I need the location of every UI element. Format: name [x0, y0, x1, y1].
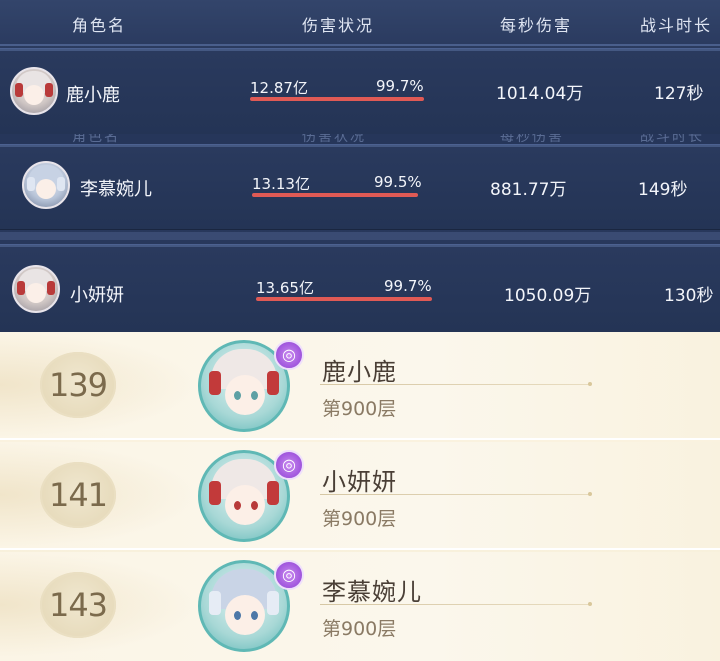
damage-value: 12.87亿 — [250, 79, 308, 97]
battle-row[interactable]: 李慕婉儿 13.13亿 99.5% 881.77万 149秒 — [0, 144, 720, 230]
ranking-name: 鹿小鹿 — [322, 358, 397, 386]
damage-percent: 99.7% — [376, 77, 424, 95]
name-divider — [320, 382, 592, 386]
duration-value: 149秒 — [638, 180, 688, 200]
damage-bar — [252, 193, 418, 197]
damage-percent: 99.5% — [374, 173, 422, 191]
avatar — [12, 265, 60, 313]
rank-number: 143 — [48, 586, 108, 624]
character-name: 小妍妍 — [70, 285, 124, 306]
rank-number: 141 — [48, 476, 108, 514]
header-duration: 战斗时长 — [640, 16, 713, 35]
damage-value: 13.13亿 — [252, 175, 310, 193]
battle-row[interactable]: 小妍妍 13.65亿 99.7% 1050.09万 130秒 — [0, 244, 720, 334]
header-dps: 每秒伤害 — [500, 16, 573, 35]
stats-header: 角色名 伤害状况 每秒伤害 战斗时长 — [0, 0, 720, 46]
rank-badge: 143 — [40, 572, 116, 638]
duration-value: 127秒 — [654, 84, 704, 104]
rank-badge: 141 — [40, 462, 116, 528]
floor-label: 第900层 — [322, 398, 397, 420]
character-name: 李慕婉儿 — [80, 179, 152, 200]
ranking-row[interactable]: 139 ◎ 鹿小鹿 第900层 — [0, 332, 720, 440]
header-damage: 伤害状况 — [302, 16, 375, 35]
rank-badge: 139 — [40, 352, 116, 418]
ranking-name: 小妍妍 — [322, 468, 397, 496]
floor-label: 第900层 — [322, 618, 397, 640]
ranking-panel: 139 ◎ 鹿小鹿 第900层 141 ◎ 小妍妍 第900层 143 ◎ 李慕… — [0, 332, 720, 661]
dps-value: 881.77万 — [490, 180, 567, 200]
ranking-row[interactable]: 143 ◎ 李慕婉儿 第900层 — [0, 552, 720, 661]
character-name: 鹿小鹿 — [66, 85, 120, 106]
floor-label: 第900层 — [322, 508, 397, 530]
damage-bar — [256, 297, 432, 301]
damage-percent: 99.7% — [384, 277, 432, 295]
ranking-name: 李慕婉儿 — [322, 578, 422, 606]
ghost-divider — [0, 232, 720, 240]
damage-bar — [250, 97, 424, 101]
avatar — [22, 161, 70, 209]
ranking-row[interactable]: 141 ◎ 小妍妍 第900层 — [0, 442, 720, 550]
avatar — [10, 67, 58, 115]
header-name: 角色名 — [72, 16, 127, 35]
rank-number: 139 — [48, 366, 108, 404]
battle-row[interactable]: 鹿小鹿 12.87亿 99.7% 1014.04万 127秒 — [0, 48, 720, 136]
name-divider — [320, 602, 592, 606]
duration-value: 130秒 — [664, 286, 714, 306]
name-divider — [320, 492, 592, 496]
damage-value: 13.65亿 — [256, 279, 314, 297]
element-badge-icon: ◎ — [274, 450, 304, 480]
dps-value: 1014.04万 — [496, 84, 584, 104]
element-badge-icon: ◎ — [274, 560, 304, 590]
dps-value: 1050.09万 — [504, 286, 592, 306]
element-badge-icon: ◎ — [274, 340, 304, 370]
